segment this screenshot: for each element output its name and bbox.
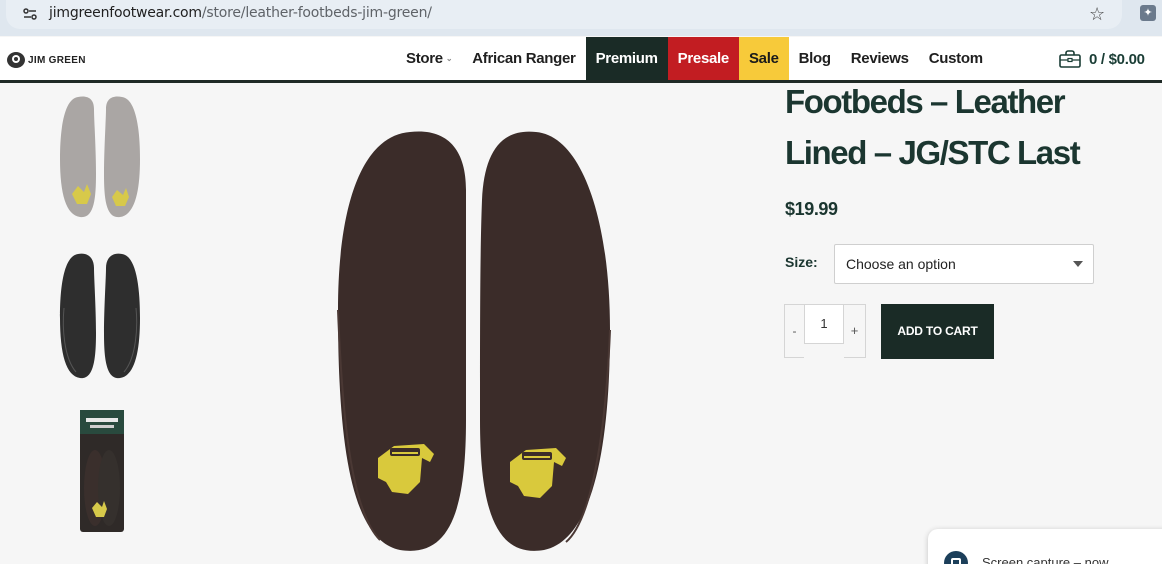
product-title: Footbeds – Leather Lined – JG/STC Last [785, 83, 1081, 171]
nav-blog[interactable]: Blog [789, 37, 841, 80]
url-text[interactable]: jimgreenfootwear.com/store/leather-footb… [49, 5, 432, 21]
size-label: Size: [785, 254, 818, 270]
main-nav: Store ⌄ African Ranger Premium Presale Sa… [396, 37, 993, 80]
browser-toolbar: jimgreenfootwear.com/store/leather-footb… [0, 0, 1162, 36]
bookmark-star-icon[interactable]: ☆ [1089, 4, 1105, 25]
size-select[interactable]: Choose an option [834, 244, 1094, 284]
toast-text: Screen capture – now [982, 555, 1109, 564]
quantity-input[interactable]: 1 [804, 304, 844, 344]
nav-premium[interactable]: Premium [585, 37, 668, 80]
cart-link[interactable]: 0 / $0.00 [1059, 50, 1145, 68]
nav-sale[interactable]: Sale [738, 37, 789, 80]
site-info-icon[interactable] [22, 6, 38, 22]
nav-presale[interactable]: Presale [667, 37, 739, 80]
logo-text: JIM GREEN [28, 54, 86, 66]
screen-capture-toast[interactable]: Screen capture – now [928, 529, 1162, 564]
nav-custom[interactable]: Custom [919, 37, 993, 80]
site-logo[interactable]: JIM GREEN [6, 50, 86, 70]
nav-store[interactable]: Store ⌄ [396, 37, 462, 80]
thumbnail-packaged-insoles[interactable] [78, 408, 126, 534]
thumbnail-black-insoles[interactable] [56, 248, 144, 380]
nav-reviews[interactable]: Reviews [841, 37, 919, 80]
url-path: /store/leather-footbeds-jim-green/ [201, 5, 432, 21]
nav-african-ranger[interactable]: African Ranger [462, 37, 585, 80]
size-select-value: Choose an option [846, 256, 956, 272]
extension-icon[interactable]: ✦ [1140, 5, 1156, 21]
cart-total: 0 / $0.00 [1089, 50, 1145, 68]
quantity-decrease-button[interactable]: - [784, 304, 804, 358]
url-domain: jimgreenfootwear.com [49, 5, 202, 21]
thumbnail-gray-insoles[interactable] [56, 89, 144, 221]
logo-emblem-icon [7, 52, 25, 68]
chevron-down-icon [1073, 261, 1083, 267]
nav-store-label: Store [406, 50, 443, 67]
product-price: $19.99 [785, 199, 838, 219]
cart-bag-icon [1059, 50, 1081, 68]
screen-capture-icon [944, 551, 968, 564]
add-to-cart-button[interactable]: ADD TO CART [881, 304, 994, 359]
quantity-increase-button[interactable]: + [844, 304, 866, 358]
main-product-image[interactable] [320, 110, 630, 564]
chevron-down-icon: ⌄ [445, 54, 453, 63]
